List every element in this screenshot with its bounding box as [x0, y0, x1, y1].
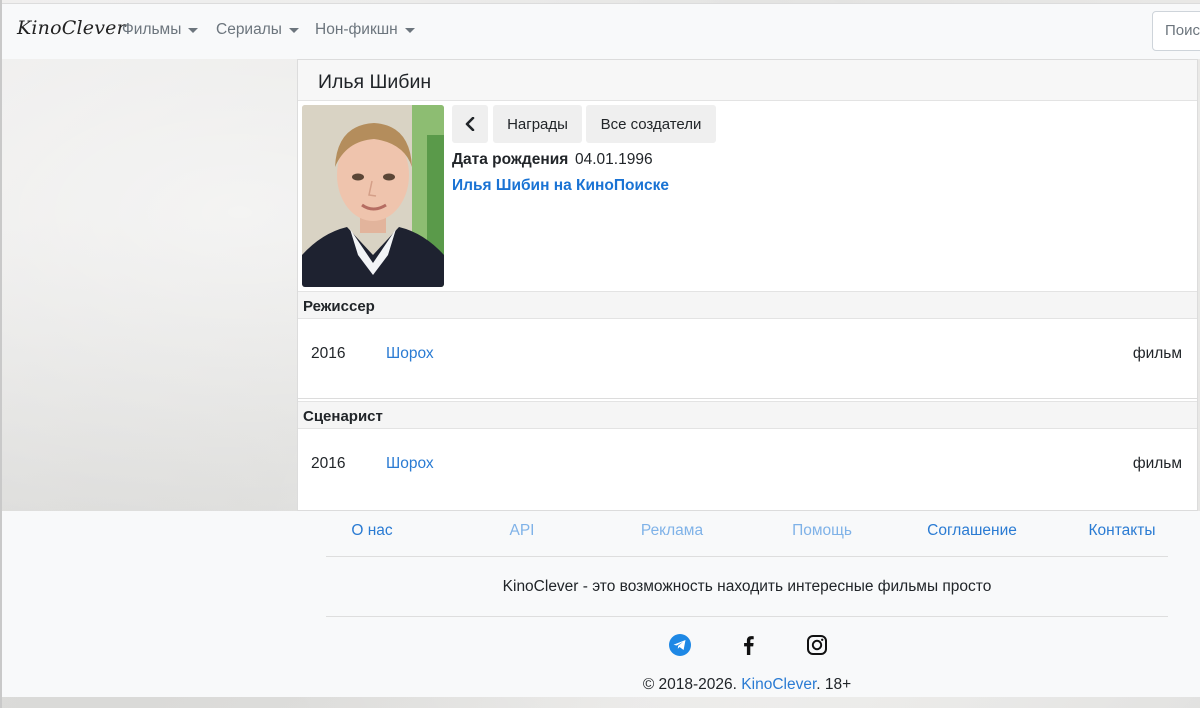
footer-tagline: KinoClever - это возможность находить ин…: [502, 578, 992, 595]
footer-link-ads[interactable]: Реклама: [597, 522, 747, 540]
nav-films-dropdown[interactable]: Фильмы: [122, 21, 199, 39]
section-title: Сценарист: [303, 408, 383, 425]
navbar: KinoClever Фильмы Сериалы Нон-фикшн Поис…: [2, 3, 1200, 59]
caret-down-icon: [188, 28, 199, 33]
awards-button[interactable]: Награды: [493, 105, 582, 143]
caret-down-icon: [288, 28, 299, 33]
nav-nonfiction-dropdown[interactable]: Нон-фикшн: [315, 21, 415, 39]
person-card: Илья Шибин Награды Все создатели Дата ро…: [297, 59, 1198, 511]
chevron-left-icon: [465, 117, 475, 131]
copyright-suffix: . 18+: [816, 676, 852, 693]
film-row: 2016 Шорох фильм: [298, 438, 1197, 509]
footer-link-agreement[interactable]: Соглашение: [897, 522, 1047, 540]
nav-series-dropdown[interactable]: Сериалы: [216, 21, 299, 39]
footer-link-api[interactable]: API: [447, 522, 597, 540]
film-type: фильм: [1132, 455, 1182, 472]
all-creators-button[interactable]: Все создатели: [586, 105, 716, 143]
brand-logo[interactable]: KinoClever: [17, 17, 126, 39]
nav-nonfiction-label: Нон-фикшн: [315, 21, 398, 38]
footer-link-help[interactable]: Помощь: [747, 522, 897, 540]
footer-link-about[interactable]: О нас: [297, 522, 447, 540]
back-button[interactable]: [452, 105, 488, 143]
kinopoisk-link[interactable]: Илья Шибин на КиноПоиске: [452, 177, 669, 195]
film-row: 2016 Шорох фильм: [298, 328, 1197, 399]
film-year: 2016: [311, 455, 346, 472]
footer-divider: [326, 616, 1168, 617]
birth-date-value: 04.01.1996: [575, 151, 653, 168]
film-title-link[interactable]: Шорох: [386, 455, 434, 473]
footer-link-contacts[interactable]: Контакты: [1047, 522, 1197, 540]
caret-down-icon: [404, 28, 415, 33]
telegram-icon[interactable]: [668, 633, 692, 657]
card-header: Илья Шибин: [298, 60, 1197, 101]
birth-date-label: Дата рождения: [452, 151, 569, 168]
person-name: Илья Шибин: [318, 71, 432, 93]
copyright: © 2018-2026. KinoClever. 18+: [326, 676, 1168, 694]
film-type: фильм: [1132, 345, 1182, 362]
copyright-brand-link[interactable]: KinoClever: [741, 676, 816, 693]
person-photo: [302, 105, 444, 287]
section-header-screenwriter: Сценарист: [298, 401, 1197, 429]
copyright-prefix: © 2018-2026.: [642, 676, 737, 693]
instagram-icon[interactable]: [805, 633, 829, 657]
section-header-director: Режиссер: [298, 291, 1197, 319]
nav-films-label: Фильмы: [122, 21, 182, 38]
footer-divider: [326, 556, 1168, 557]
film-title-link[interactable]: Шорох: [386, 345, 434, 363]
search-input[interactable]: Поиск: [1152, 11, 1200, 51]
footer: О нас API Реклама Помощь Соглашение Конт…: [2, 511, 1200, 697]
film-year: 2016: [311, 345, 346, 362]
nav-series-label: Сериалы: [216, 21, 282, 38]
facebook-icon[interactable]: [737, 633, 761, 657]
section-title: Режиссер: [303, 298, 375, 315]
